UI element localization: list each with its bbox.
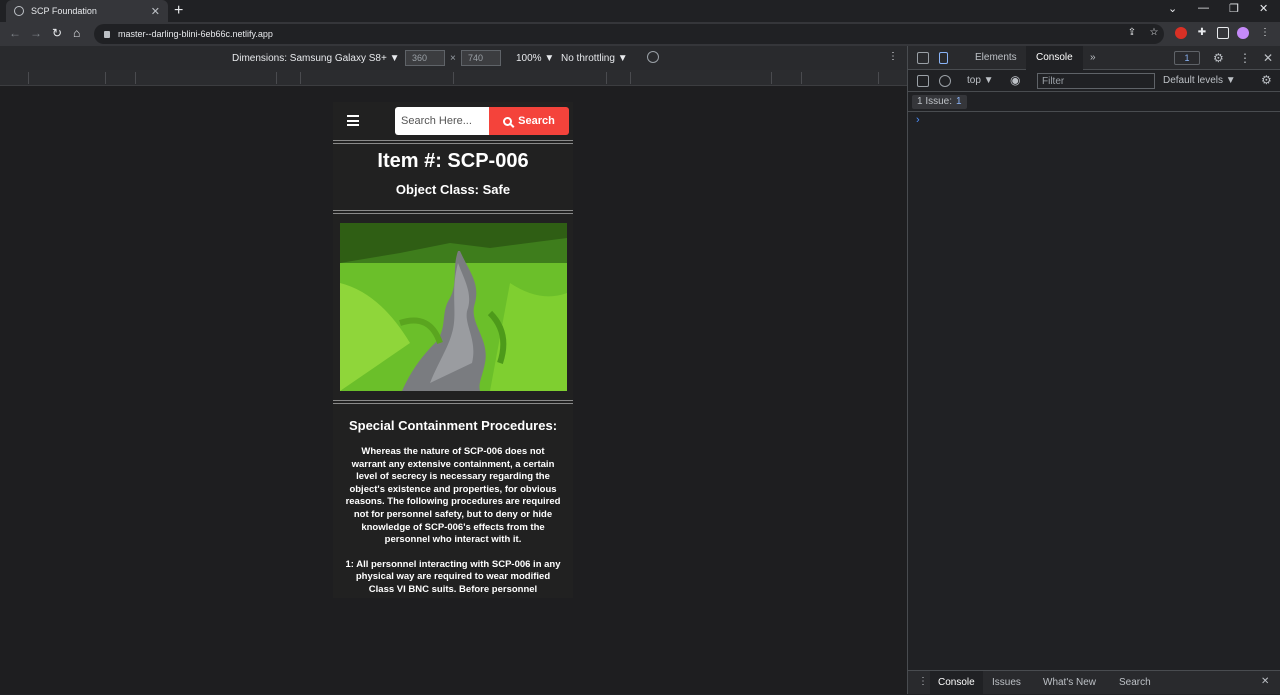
issues-count: 1 bbox=[956, 96, 962, 107]
globe-icon bbox=[14, 6, 24, 16]
issues-chip[interactable]: 1 Issue: 1 bbox=[912, 95, 967, 109]
drawer-tab-search[interactable]: Search bbox=[1111, 671, 1159, 695]
extension-icon[interactable] bbox=[1175, 27, 1187, 39]
ruler-tick bbox=[276, 72, 277, 84]
drawer-tab-whats-new[interactable]: What's New bbox=[1035, 671, 1104, 695]
device-more-icon[interactable]: ⋮ bbox=[888, 51, 898, 62]
tab-title: SCP Foundation bbox=[31, 6, 97, 16]
divider bbox=[333, 140, 573, 144]
reload-icon[interactable]: ↻ bbox=[52, 26, 62, 40]
address-row: ← → ↻ ⌂ master--darling-blini-6eb66c.net… bbox=[0, 22, 1280, 46]
ruler-tick bbox=[801, 72, 802, 84]
console-toolbar: top ▼ ◉ Default levels ▼ ⚙ bbox=[908, 70, 1280, 92]
messages-badge[interactable]: 1 bbox=[1174, 51, 1200, 65]
puzzle-icon[interactable]: ✚ bbox=[1196, 27, 1208, 39]
devtools-panel: Elements Console » 1 ⚙ ⋮ ✕ top ▼ ◉ Defau… bbox=[907, 46, 1280, 695]
devtools-close-icon[interactable]: ✕ bbox=[1263, 51, 1273, 65]
ruler-tick bbox=[105, 72, 106, 84]
rotate-disabled-icon[interactable] bbox=[647, 51, 659, 63]
scp-006-image bbox=[340, 223, 567, 391]
context-select[interactable]: top ▼ bbox=[967, 75, 994, 86]
device-toolbar: Dimensions: Samsung Galaxy S8+ ▼ 360 × 7… bbox=[0, 46, 907, 70]
media-query-ruler bbox=[0, 70, 907, 86]
browser-tab[interactable]: SCP Foundation ✕ bbox=[6, 0, 168, 22]
device-dimensions-select[interactable]: Dimensions: Samsung Galaxy S8+ ▼ bbox=[232, 53, 399, 64]
procedures-text: Whereas the nature of SCP-006 does not w… bbox=[345, 446, 561, 598]
bookmark-star-icon[interactable]: ☆ bbox=[1148, 27, 1160, 39]
minimize-button[interactable]: — bbox=[1198, 2, 1209, 14]
ruler-tick bbox=[453, 72, 454, 84]
ruler-tick bbox=[630, 72, 631, 84]
item-title: Item #: SCP-006 bbox=[377, 150, 529, 172]
search-icon bbox=[503, 116, 513, 126]
console-filter-input[interactable] bbox=[1037, 73, 1155, 89]
dimension-times: × bbox=[450, 53, 456, 64]
sidebar-toggle-icon[interactable] bbox=[917, 75, 929, 87]
throttling-select[interactable]: No throttling ▼ bbox=[561, 53, 628, 64]
new-tab-button[interactable]: + bbox=[174, 2, 183, 20]
zoom-select[interactable]: 100% ▼ bbox=[516, 53, 554, 64]
page-navbar: Search bbox=[333, 102, 573, 140]
tab-search-icon[interactable]: ⌄ bbox=[1168, 2, 1177, 15]
back-icon[interactable]: ← bbox=[9, 26, 21, 40]
procedures-heading: Special Containment Procedures: bbox=[348, 418, 558, 433]
issues-label: 1 Issue: bbox=[917, 96, 953, 107]
share-icon[interactable]: ⇪ bbox=[1126, 27, 1138, 39]
settings-gear-icon[interactable]: ⚙ bbox=[1213, 51, 1224, 65]
search-button-label: Search bbox=[518, 115, 555, 127]
url-text: master--darling-blini-6eb66c.netlify.app bbox=[118, 29, 273, 39]
issues-bar: 1 Issue: 1 bbox=[908, 92, 1280, 112]
profile-avatar[interactable] bbox=[1237, 27, 1249, 39]
procedures-paragraph: 1: All personnel interacting with SCP-00… bbox=[345, 558, 561, 595]
search-button[interactable]: Search bbox=[489, 107, 569, 135]
lock-icon[interactable] bbox=[104, 30, 110, 38]
object-class: Object Class: Safe bbox=[395, 182, 511, 197]
drawer-menu-icon[interactable]: ⋮ bbox=[918, 676, 928, 687]
device-toggle-icon[interactable] bbox=[939, 52, 948, 64]
inspect-element-icon[interactable] bbox=[917, 52, 929, 64]
device-width-input[interactable]: 360 bbox=[405, 50, 445, 66]
ruler-tick bbox=[606, 72, 607, 84]
search-form: Search bbox=[395, 107, 569, 135]
ruler-tick bbox=[300, 72, 301, 84]
ruler-tick bbox=[878, 72, 879, 84]
forward-icon[interactable]: → bbox=[30, 26, 42, 40]
ruler-tick bbox=[28, 72, 29, 84]
address-bar[interactable]: master--darling-blini-6eb66c.netlify.app bbox=[94, 24, 1164, 44]
more-tabs-icon[interactable]: » bbox=[1080, 46, 1106, 70]
log-levels-select[interactable]: Default levels ▼ bbox=[1163, 75, 1236, 86]
drawer-tab-console[interactable]: Console bbox=[930, 671, 983, 695]
console-settings-icon[interactable]: ⚙ bbox=[1261, 73, 1272, 87]
mobile-page: Search Item #: SCP-006 Object Class: Saf… bbox=[333, 102, 573, 598]
search-input[interactable] bbox=[395, 107, 489, 135]
live-expression-eye-icon[interactable]: ◉ bbox=[1010, 73, 1020, 87]
drawer-close-icon[interactable]: ✕ bbox=[1261, 676, 1269, 687]
browser-tab-strip: SCP Foundation ✕ + ⌄ — ❐ ✕ bbox=[0, 0, 1280, 22]
devtools-drawer-tabbar: ⋮ Console Issues What's New Search ✕ bbox=[908, 670, 1280, 695]
drawer-tab-issues[interactable]: Issues bbox=[984, 671, 1029, 695]
console-prompt[interactable]: › bbox=[916, 114, 920, 126]
tab-elements[interactable]: Elements bbox=[965, 46, 1027, 70]
chrome-menu-icon[interactable]: ⋮ bbox=[1259, 27, 1271, 39]
tab-console[interactable]: Console bbox=[1026, 46, 1083, 70]
close-window-button[interactable]: ✕ bbox=[1259, 2, 1268, 15]
clear-console-icon[interactable] bbox=[939, 75, 951, 87]
restore-button[interactable]: ❐ bbox=[1229, 2, 1239, 15]
devtools-tabbar: Elements Console » 1 ⚙ ⋮ ✕ bbox=[908, 46, 1280, 70]
tab-close-icon[interactable]: ✕ bbox=[151, 5, 160, 18]
hamburger-menu-icon[interactable] bbox=[347, 115, 359, 126]
ruler-tick bbox=[771, 72, 772, 84]
side-panel-icon[interactable] bbox=[1217, 27, 1229, 39]
home-icon[interactable]: ⌂ bbox=[73, 26, 80, 40]
devtools-menu-icon[interactable]: ⋮ bbox=[1239, 51, 1251, 65]
device-height-input[interactable]: 740 bbox=[461, 50, 501, 66]
ruler-tick bbox=[135, 72, 136, 84]
divider bbox=[333, 400, 573, 404]
procedures-paragraph: Whereas the nature of SCP-006 does not w… bbox=[345, 446, 561, 546]
divider bbox=[333, 210, 573, 214]
